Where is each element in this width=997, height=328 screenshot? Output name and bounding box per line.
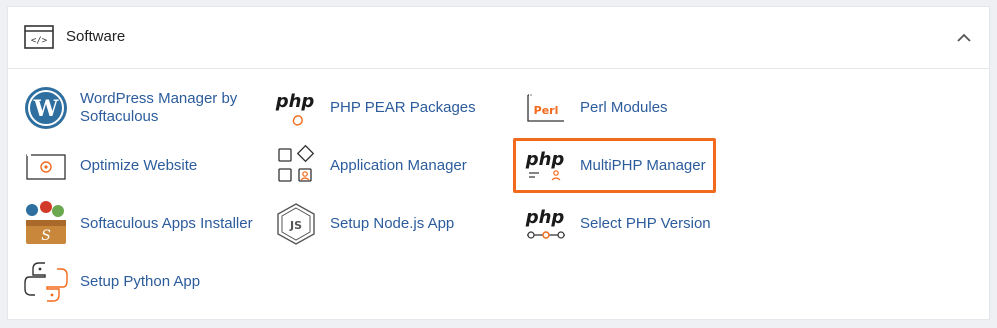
svg-text:php: php — [525, 207, 565, 228]
python-icon — [22, 258, 70, 306]
item-label: Perl Modules — [580, 99, 668, 116]
item-label: Optimize Website — [80, 157, 198, 174]
svg-text:W: W — [33, 96, 59, 122]
item-label: Application Manager — [330, 157, 467, 174]
item-label: Softaculous Apps Installer — [80, 215, 253, 232]
svg-text:php: php — [275, 91, 315, 112]
item-label: Select PHP Version — [580, 215, 711, 232]
setup-nodejs-app-link[interactable]: JS Setup Node.js App — [272, 199, 454, 249]
svg-text:Perl: Perl — [534, 104, 559, 117]
application-manager-icon — [272, 142, 320, 190]
select-php-icon: php — [522, 200, 570, 248]
section-title: Software — [66, 28, 126, 45]
item-label: MultiPHP Manager — [580, 157, 706, 174]
code-window-icon: </> — [24, 25, 54, 49]
svg-text:php: php — [525, 149, 565, 170]
item-label: WordPress Manager by Softaculous — [80, 90, 238, 125]
multiphp-manager-link[interactable]: php MultiPHP Manager — [522, 141, 706, 191]
item-label: Setup Node.js App — [330, 215, 455, 232]
svg-text:S: S — [41, 228, 51, 244]
softaculous-icon: S — [22, 200, 70, 248]
svg-text:</>: </> — [31, 36, 48, 46]
software-panel: </> Software W WordPress Manager by Soft… — [7, 6, 990, 320]
setup-python-app-link[interactable]: Setup Python App — [22, 257, 200, 307]
item-label: Setup Python App — [80, 273, 201, 290]
item-label: PHP PEAR Packages — [330, 99, 476, 116]
nodejs-icon: JS — [272, 200, 320, 248]
softaculous-apps-installer-link[interactable]: S Softaculous Apps Installer — [22, 199, 253, 249]
optimize-website-icon — [22, 142, 70, 190]
perl-modules-link[interactable]: Perl Perl Modules — [522, 83, 668, 133]
php-pear-icon: php — [272, 84, 320, 132]
php-pear-packages-link[interactable]: php PHP PEAR Packages — [272, 83, 476, 133]
wordpress-manager-link[interactable]: W WordPress Manager by Softaculous — [22, 83, 250, 133]
panel-header[interactable]: </> Software — [8, 7, 989, 69]
perl-icon: Perl — [522, 84, 570, 132]
multiphp-icon: php — [522, 142, 570, 190]
application-manager-link[interactable]: Application Manager — [272, 141, 467, 191]
chevron-up-icon[interactable] — [955, 29, 973, 47]
wordpress-icon: W — [22, 84, 70, 132]
optimize-website-link[interactable]: Optimize Website — [22, 141, 197, 191]
select-php-version-link[interactable]: php Select PHP Version — [522, 199, 711, 249]
svg-text:JS: JS — [289, 219, 302, 232]
